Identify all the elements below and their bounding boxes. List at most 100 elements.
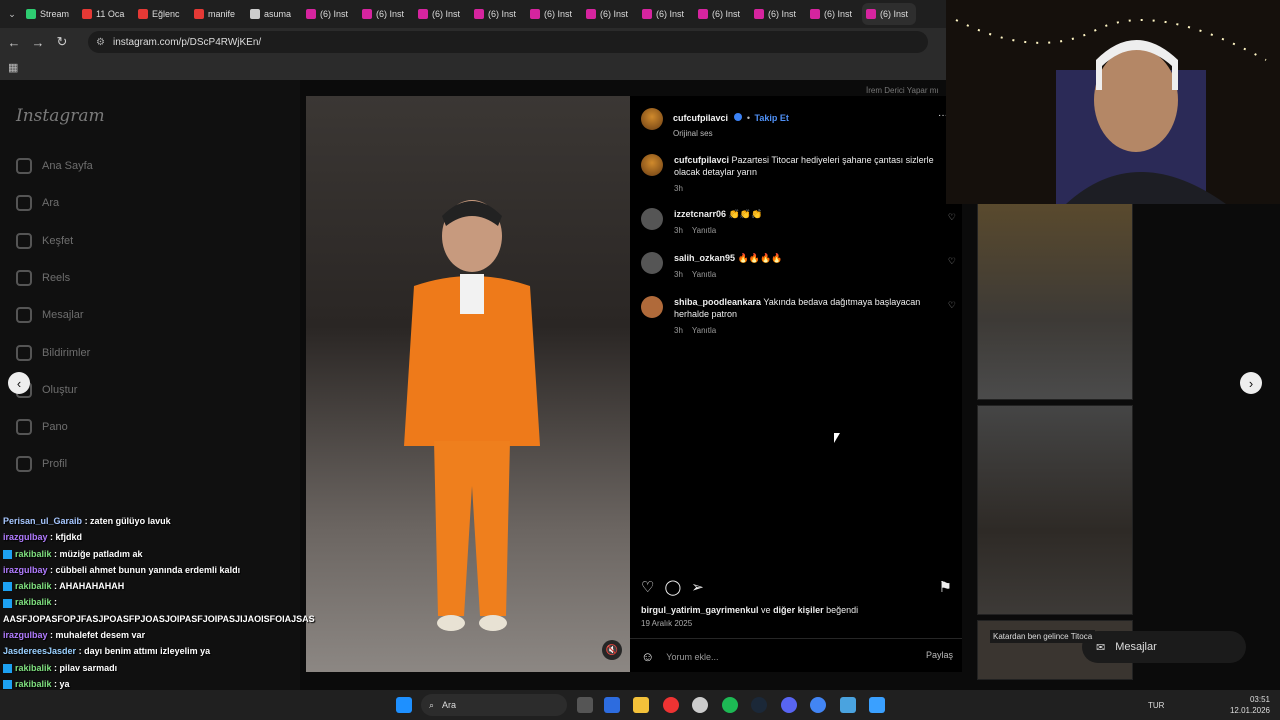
paint-icon[interactable] <box>869 697 885 713</box>
reply-button[interactable]: Yanıtla <box>692 326 716 335</box>
notepad-icon[interactable] <box>840 697 856 713</box>
language-indicator[interactable]: TUR <box>1148 701 1164 710</box>
spotify-icon[interactable] <box>722 697 738 713</box>
browser-tab[interactable]: (6) Inst <box>750 3 804 25</box>
back-button[interactable]: ← <box>2 35 26 50</box>
file-explorer-icon[interactable] <box>633 697 649 713</box>
post-username[interactable]: cufcufpilavci <box>673 113 728 123</box>
browser-tab[interactable]: (6) Inst <box>526 3 580 25</box>
mute-button[interactable]: 🔇 <box>602 640 622 660</box>
comment-text: 🔥🔥🔥🔥 <box>737 253 783 263</box>
browser-tab[interactable]: (6) Inst <box>470 3 524 25</box>
sidebar-item[interactable]: Keşfet <box>16 232 73 249</box>
tab-label: (6) Inst <box>712 9 741 19</box>
sidebar-item[interactable]: Mesajlar <box>16 307 84 324</box>
instagram-logo[interactable]: Instagram <box>16 106 105 126</box>
browser-tab[interactable]: (6) Inst <box>358 3 412 25</box>
browser-tab[interactable]: (6) Inst <box>302 3 356 25</box>
sidebar-item[interactable]: Ara <box>16 195 59 212</box>
comment-username[interactable]: salih_ozkan95 <box>674 253 735 263</box>
taskbar-search[interactable]: ⌕ Ara <box>421 694 567 716</box>
grid-tile[interactable] <box>977 200 1133 400</box>
chat-username: rakibalik <box>15 548 52 559</box>
forward-button[interactable]: → <box>26 35 50 50</box>
sidebar-item[interactable]: Reels <box>16 269 70 286</box>
steam-icon[interactable] <box>751 697 767 713</box>
tab-label: (6) Inst <box>824 9 853 19</box>
likes-others[interactable]: diğer kişiler <box>773 605 824 615</box>
browser-tab[interactable]: (6) Inst <box>582 3 636 25</box>
compass-icon <box>16 232 32 249</box>
likes-user[interactable]: birgul_yatirim_gayrimenkul <box>641 605 759 615</box>
browser-tab[interactable]: Eğlenc <box>134 3 188 25</box>
tab-label: (6) Inst <box>656 9 685 19</box>
comment: salih_ozkan95 🔥🔥🔥🔥 3h Yanıtla <box>641 252 941 279</box>
post-comment-button[interactable]: Paylaş <box>926 650 953 660</box>
reply-button[interactable]: Yanıtla <box>692 270 716 279</box>
likes-line: birgul_yatirim_gayrimenkul ve diğer kişi… <box>641 605 858 615</box>
sidebar-item[interactable]: Profil <box>16 456 67 473</box>
prev-post-button[interactable]: ‹ <box>8 372 30 394</box>
avatar[interactable] <box>641 208 663 230</box>
post-date: 19 Aralık 2025 <box>641 619 693 628</box>
github-icon[interactable] <box>692 697 708 713</box>
site-info-icon[interactable]: ⚙ <box>96 37 105 48</box>
browser-tab[interactable]: Stream <box>22 3 76 25</box>
messages-bar[interactable]: ✉ Mesajlar <box>1082 631 1246 663</box>
avatar[interactable] <box>641 108 663 130</box>
comment-username[interactable]: shiba_poodleankara <box>674 297 761 307</box>
chrome-icon[interactable] <box>810 697 826 713</box>
browser-tab[interactable]: (6) Inst <box>862 3 916 25</box>
task-view-icon[interactable] <box>577 697 593 713</box>
comment-like-icon[interactable]: ♡ <box>948 300 956 311</box>
post-panel: cufcufpilavci • Takip Et Orijinal ses ··… <box>630 96 962 672</box>
browser-tab[interactable]: (6) Inst <box>414 3 468 25</box>
reload-button[interactable]: ↻ <box>50 34 74 50</box>
comment-like-icon[interactable]: ♡ <box>948 212 956 223</box>
sidebar-item[interactable]: Ana Sayfa <box>16 158 93 174</box>
browser-tab[interactable]: (6) Inst <box>806 3 860 25</box>
avatar[interactable] <box>641 252 663 274</box>
browser-tab[interactable]: manife <box>190 3 244 25</box>
follow-button[interactable]: Takip Et <box>755 113 789 123</box>
url-field[interactable]: ⚙ instagram.com/p/DScP4RWjKEn/ <box>88 31 928 53</box>
start-button[interactable] <box>396 697 412 713</box>
avatar[interactable] <box>641 296 663 318</box>
next-post-button[interactable]: › <box>1240 372 1262 394</box>
mouse-cursor <box>834 433 840 443</box>
discord-icon[interactable] <box>781 697 797 713</box>
comment-username[interactable]: izzetcnarr06 <box>674 209 726 219</box>
chat-message: rakibalik : AHAHAHAHAH <box>0 578 300 594</box>
chat-username: irazgulbay <box>3 630 48 641</box>
apps-grid-icon[interactable]: ▦ <box>8 61 18 74</box>
sidebar-item[interactable]: Bildirimler <box>16 344 90 361</box>
tab-favicon-icon <box>138 9 148 19</box>
audio-label[interactable]: Orijinal ses <box>673 129 789 138</box>
caption-time: 3h <box>674 184 683 193</box>
caption-username[interactable]: cufcufpilavci <box>674 155 729 165</box>
post-video[interactable]: 🔇 <box>306 96 630 672</box>
tab-search-dropdown[interactable]: ⌄ <box>4 9 20 20</box>
browser-tab[interactable]: 11 Oca <box>78 3 132 25</box>
sidebar-item[interactable]: Pano <box>16 419 68 436</box>
clock[interactable]: 03:51 12.01.2026 <box>1230 694 1270 716</box>
avatar[interactable] <box>641 154 663 176</box>
comment-icon[interactable]: ◯ <box>664 578 681 596</box>
chat-message: irazgulbay : muhalefet desem var <box>0 627 300 643</box>
browser-tab[interactable]: (6) Inst <box>638 3 692 25</box>
grid-tile[interactable] <box>977 405 1133 615</box>
chrome-icon[interactable] <box>663 697 679 713</box>
emoji-icon[interactable]: ☺ <box>641 649 654 664</box>
browser-tab[interactable]: (6) Inst <box>694 3 748 25</box>
chat-username: rakibalik <box>15 581 52 592</box>
save-icon[interactable]: ⚑ <box>939 578 952 596</box>
like-icon[interactable]: ♡ <box>641 578 654 596</box>
comment-like-icon[interactable]: ♡ <box>948 256 956 267</box>
tab-strip: ⌄ Stream 11 Oca Eğlenc manife asuma (6) Inst (… <box>0 0 946 28</box>
browser-tab[interactable]: asuma <box>246 3 300 25</box>
store-icon[interactable] <box>604 697 620 713</box>
reply-button[interactable]: Yanıtla <box>692 226 716 235</box>
twitch-badge-icon <box>3 549 12 559</box>
share-icon[interactable]: ➢ <box>691 578 704 596</box>
comment-input[interactable]: Yorum ekle... <box>666 652 718 662</box>
